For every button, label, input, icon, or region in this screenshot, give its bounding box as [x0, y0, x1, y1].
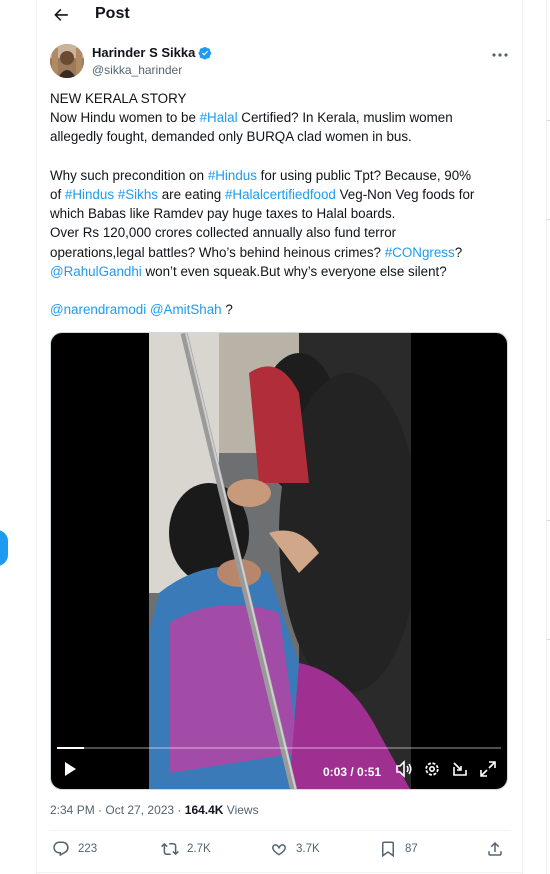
compose-fab[interactable]	[0, 530, 8, 566]
tweet-line: operations,legal battles? Who’s behind h…	[50, 243, 512, 262]
tweet-text-segment: Certified? In Kerala, muslim women	[237, 110, 453, 126]
tweet-text-segment: operations,legal battles? Who’s behind h…	[50, 244, 385, 260]
tweet-text-segment: of	[50, 186, 65, 202]
back-button[interactable]	[49, 4, 71, 26]
author-name[interactable]: Harinder S Sikka	[92, 45, 195, 60]
volume-icon[interactable]	[395, 760, 413, 778]
reply-icon	[53, 841, 69, 857]
mention-link[interactable]: @narendramodi	[50, 302, 146, 317]
share-button[interactable]	[486, 840, 512, 858]
video-time: 0:03 / 0:51	[323, 765, 382, 779]
hashtag-link[interactable]: #Hindus	[208, 168, 257, 183]
tweet-actions: 223 2.7K 3.7K 87	[50, 840, 510, 866]
repost-button[interactable]: 2.7K	[161, 840, 211, 858]
tweet-line: which Babas like Ramdev pay huge taxes t…	[50, 204, 512, 223]
page-header: Post	[37, 0, 522, 30]
views-count: 164.4K	[184, 803, 224, 817]
tweet-meta: 2:34 PM · Oct 27, 2023 · 164.4K Views	[50, 803, 259, 817]
left-column-border	[36, 0, 37, 874]
arrow-left-icon	[54, 8, 68, 21]
hashtag-link[interactable]: #Halal	[200, 110, 238, 125]
repost-icon	[161, 842, 179, 856]
more-horizontal-icon[interactable]	[490, 48, 510, 62]
tweet-line: @narendramodi @AmitShah ?	[50, 300, 512, 319]
author-handle[interactable]: @sikka_harinder	[92, 63, 182, 77]
views-label: Views	[223, 803, 259, 817]
hashtag-link[interactable]: #Sikhs	[118, 187, 158, 202]
play-icon[interactable]	[61, 760, 79, 778]
reply-button[interactable]: 223	[52, 840, 97, 858]
tweet-text-segment: Why such precondition on	[50, 167, 208, 183]
mention-link[interactable]: @RahulGandhi	[50, 264, 142, 279]
heart-icon	[272, 844, 286, 856]
reply-count: 223	[78, 843, 98, 855]
verified-badge-icon	[198, 46, 212, 60]
tweet-text-segment: Veg-Non Veg foods for	[335, 186, 475, 202]
tweet-line: of #Hindus #Sikhs are eating #Halalcerti…	[50, 185, 512, 204]
bookmark-count: 87	[405, 843, 418, 855]
tweet-text-segment: NEW KERALA STORY	[50, 91, 187, 106]
tweet-time[interactable]: 2:34 PM	[50, 803, 95, 817]
avatar[interactable]	[50, 44, 84, 78]
tweet-text-segment: Now Hindu women to be	[50, 110, 200, 126]
fullscreen-icon[interactable]	[479, 760, 497, 778]
hashtag-link[interactable]: #Hindus	[65, 187, 114, 202]
meta-separator-2: ·	[174, 803, 185, 817]
video-player[interactable]: 0:03 / 0:51	[50, 332, 508, 790]
mention-link[interactable]: @AmitShah	[150, 302, 222, 317]
right-column-border	[522, 0, 523, 874]
bottom-border	[37, 872, 522, 873]
tweet-line: allegedly fought, demanded only BURQA cl…	[50, 127, 512, 146]
video-progress-fill	[57, 747, 84, 749]
like-button[interactable]: 3.7K	[270, 840, 320, 858]
sidebar-edge	[546, 0, 550, 874]
divider	[50, 830, 510, 831]
tweet-date[interactable]: Oct 27, 2023	[105, 803, 174, 817]
repost-count: 2.7K	[187, 843, 211, 855]
tweet-text-segment: are eating	[157, 186, 225, 202]
tweet-text-segment: ?	[221, 302, 233, 318]
hashtag-link[interactable]: #CONgress	[385, 245, 455, 260]
tweet-text-segment: allegedly fought, demanded only BURQA cl…	[50, 129, 412, 145]
video-progress-bar[interactable]	[57, 747, 501, 749]
tweet-text: NEW KERALA STORY Now Hindu women to be #H…	[50, 89, 512, 319]
dock-icon[interactable]	[451, 760, 469, 778]
tweet-text-segment: which Babas like Ramdev pay huge taxes t…	[50, 206, 396, 222]
tweet-line: NEW KERALA STORY	[50, 89, 512, 108]
tweet-text-segment: Over Rs 120,000 crores collected annuall…	[50, 225, 397, 241]
tweet-line: Now Hindu women to be #Halal Certified? …	[50, 108, 512, 127]
bookmark-icon	[382, 841, 394, 858]
tweet-line: Why such precondition on #Hindus for usi…	[50, 166, 512, 185]
tweet-author: Harinder S Sikka @sikka_harinder	[50, 44, 510, 80]
meta-separator: ·	[94, 803, 106, 817]
page-title: Post	[95, 5, 130, 22]
tweet-text-segment: ?	[454, 244, 463, 260]
share-icon	[488, 841, 502, 856]
tweet-text-segment: won’t even squeak.But why’s everyone els…	[141, 263, 447, 279]
like-count: 3.7K	[296, 843, 320, 855]
tweet-line: @RahulGandhi won’t even squeak.But why’s…	[50, 262, 512, 281]
hashtag-link[interactable]: #Halalcertifiedfood	[225, 187, 336, 202]
bookmark-button[interactable]: 87	[379, 840, 418, 858]
tweet-line: Over Rs 120,000 crores collected annuall…	[50, 223, 512, 242]
video-frame	[149, 333, 411, 789]
settings-icon[interactable]	[423, 760, 441, 778]
tweet-text-segment: for using public Tpt? Because, 90%	[256, 167, 472, 183]
